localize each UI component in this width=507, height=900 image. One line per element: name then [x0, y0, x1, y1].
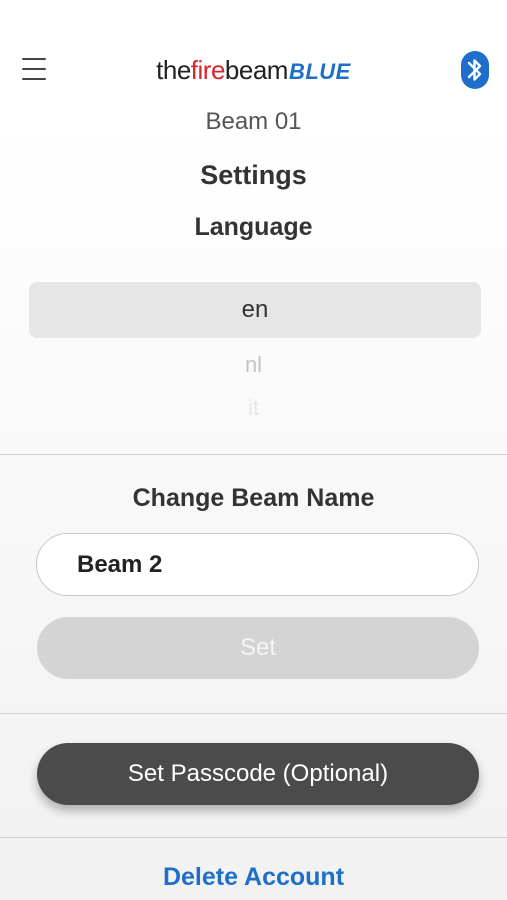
page-title: Settings [200, 160, 307, 190]
beam-name-input[interactable] [36, 533, 479, 596]
device-name: Beam 01 [205, 108, 302, 135]
logo-beam: beam [224, 55, 289, 85]
brand-logo: thefirebeamBLUE [0, 52, 507, 90]
section-divider [0, 713, 507, 714]
logo-blue: BLUE [288, 59, 351, 84]
delete-account-link[interactable]: Delete Account [0, 860, 507, 894]
logo-fire: fire [190, 55, 226, 85]
language-section-title: Language [194, 213, 313, 241]
set-name-button[interactable]: Set [37, 617, 479, 679]
change-beam-name-title: Change Beam Name [132, 484, 375, 512]
bluetooth-icon[interactable] [460, 50, 490, 90]
set-passcode-button[interactable]: Set Passcode (Optional) [37, 743, 479, 805]
bluetooth-icon-graphic [461, 51, 489, 89]
language-option-nl[interactable]: nl [0, 352, 507, 378]
section-divider [0, 837, 507, 838]
logo-the: the [156, 55, 191, 85]
language-option-it[interactable]: it [0, 395, 507, 421]
language-selected-option[interactable]: en [29, 282, 481, 338]
section-divider [0, 454, 507, 455]
